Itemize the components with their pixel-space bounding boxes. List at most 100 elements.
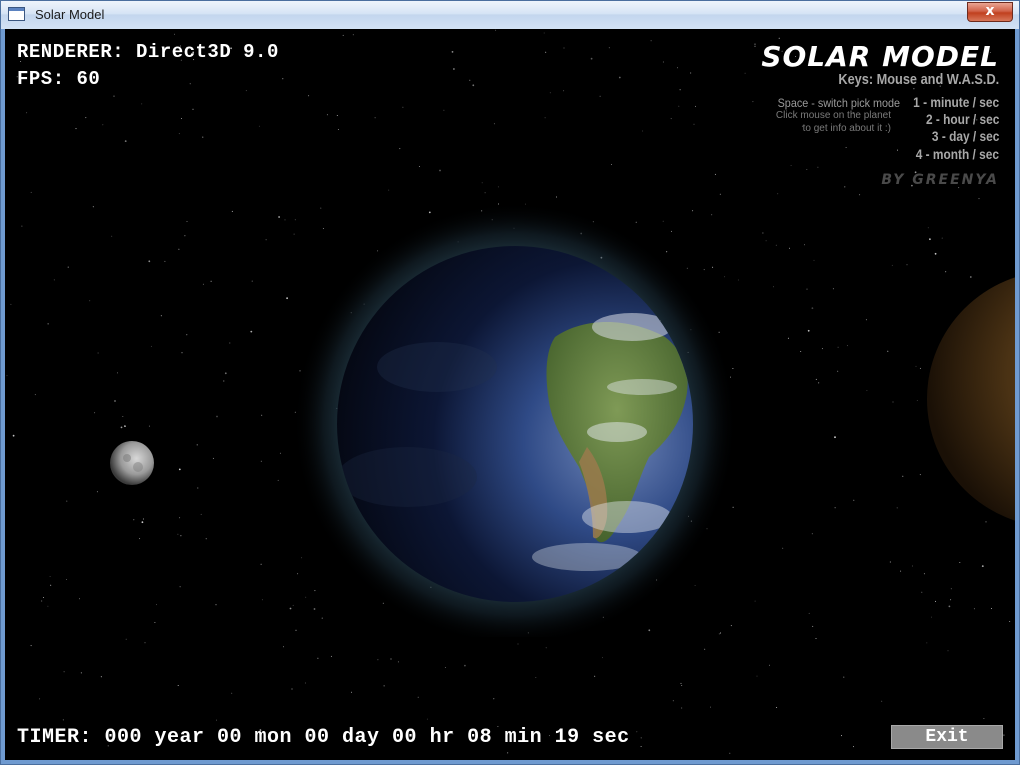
star (377, 659, 379, 661)
star (67, 266, 69, 268)
star (260, 460, 262, 462)
planet-partial[interactable] (920, 269, 1015, 529)
star (374, 117, 376, 119)
star (62, 719, 64, 721)
keys-help: Keys: Mouse and W.A.S.D. (838, 71, 999, 88)
star (934, 252, 937, 255)
star (935, 600, 936, 602)
earth-planet[interactable] (287, 187, 737, 637)
star (279, 452, 281, 454)
star (800, 351, 802, 352)
star (261, 414, 263, 416)
star (291, 688, 293, 690)
star (124, 425, 126, 427)
star (443, 109, 445, 111)
star (224, 372, 227, 375)
title-bar[interactable]: Solar Model x (1, 1, 1019, 29)
star (122, 416, 124, 417)
star (100, 676, 102, 678)
star (777, 193, 779, 195)
star (950, 599, 952, 601)
star (326, 114, 328, 116)
star (991, 608, 992, 609)
star (618, 76, 621, 79)
star (806, 288, 808, 290)
star (144, 642, 146, 644)
exit-button[interactable]: Exit (891, 725, 1003, 749)
star (53, 279, 55, 281)
star (141, 103, 143, 105)
moon[interactable] (105, 436, 159, 490)
star (611, 164, 612, 165)
star (80, 672, 82, 674)
star (846, 345, 848, 347)
star (231, 210, 233, 212)
star (640, 746, 642, 747)
star (841, 735, 842, 737)
star (782, 547, 784, 549)
star (49, 576, 51, 577)
star (342, 34, 344, 36)
star (832, 288, 834, 290)
star (670, 118, 672, 120)
star (545, 647, 547, 649)
star (85, 117, 87, 119)
star (197, 487, 199, 489)
star (790, 165, 792, 166)
star (789, 247, 790, 249)
star (215, 604, 217, 606)
star (923, 573, 925, 575)
star (929, 238, 931, 241)
star (481, 182, 483, 184)
hotkey-minute: 1 - minute / sec (913, 94, 999, 110)
star (205, 538, 207, 540)
star (41, 600, 43, 602)
star (927, 227, 929, 229)
star (845, 147, 847, 148)
star (544, 117, 546, 119)
star (154, 622, 156, 623)
star (1009, 621, 1011, 622)
star (756, 675, 758, 677)
star (141, 521, 144, 524)
renderer-label: RENDERER: Direct3D 9.0 (17, 41, 279, 63)
window-icon[interactable] (8, 7, 25, 21)
star (148, 260, 151, 263)
star (125, 638, 127, 640)
star (602, 657, 603, 659)
fps-counter: FPS: 60 (17, 68, 101, 90)
star (439, 169, 441, 172)
star (202, 283, 204, 285)
hotkey-day: 3 - day / sec (931, 128, 999, 144)
star (889, 561, 891, 563)
render-viewport[interactable]: RENDERER: Direct3D 9.0 FPS: 60 TIMER: 00… (5, 29, 1015, 760)
star (517, 643, 519, 645)
star (210, 280, 212, 282)
star (180, 535, 182, 537)
star (444, 667, 446, 668)
star (737, 279, 739, 281)
close-button[interactable]: x (967, 2, 1013, 22)
star (250, 330, 253, 333)
star (902, 475, 904, 477)
star (399, 148, 401, 150)
star (337, 129, 339, 130)
star (594, 675, 596, 677)
star (599, 95, 601, 97)
star (278, 216, 280, 218)
star (912, 565, 913, 567)
star (773, 286, 774, 288)
star (124, 140, 127, 142)
star (837, 346, 839, 348)
star (251, 280, 253, 282)
star (336, 115, 338, 116)
star (710, 706, 711, 708)
star (63, 671, 65, 673)
star (754, 45, 756, 47)
star (212, 457, 214, 459)
star (853, 746, 854, 748)
star (837, 370, 839, 372)
star (815, 638, 817, 639)
star (66, 579, 67, 580)
star (66, 500, 68, 502)
